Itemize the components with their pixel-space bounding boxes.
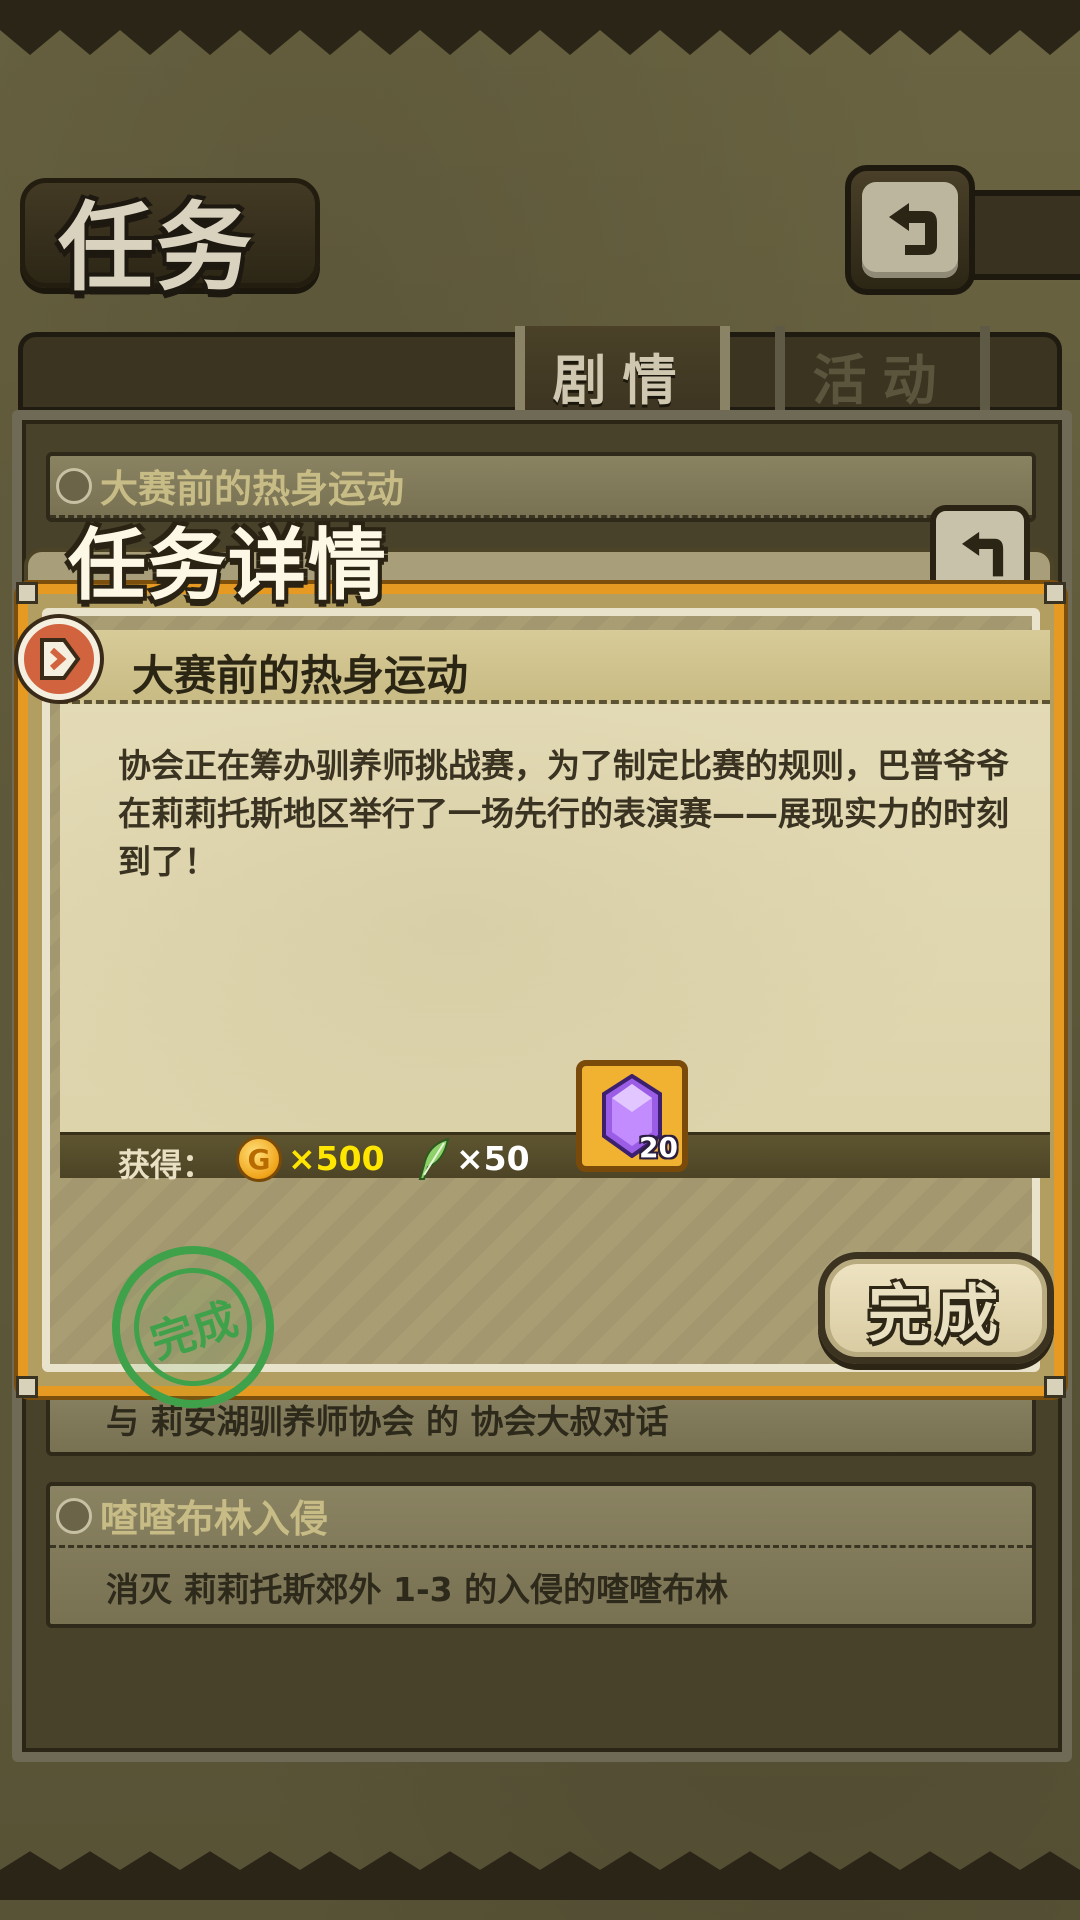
top-jagged-border [0,0,1080,55]
quest-pointer-icon [18,618,100,700]
modal-title: 任务详情 [68,521,389,611]
gold-coin-icon: G [236,1136,282,1182]
return-arrow-icon [962,531,1004,577]
frame-corner [1044,582,1066,604]
back-button[interactable] [845,165,975,295]
modal-inner-panel: 大赛前的热身运动 协会正在筹办驯养师挑战赛，为了制定比赛的规则，巴普爷爷在莉莉托… [42,608,1054,1430]
quest-detail-modal: 大赛前的热身运动 协会正在筹办驯养师挑战赛，为了制定比赛的规则，巴普爷爷在莉莉托… [16,582,1066,1430]
detail-quest-title: 大赛前的热身运动 [132,651,469,700]
frame-corner [16,1376,38,1398]
gem-amount: 20 [639,1131,678,1164]
quest-objective: 消灭 莉莉托斯郊外 1-3 的入侵的喳喳布林 [106,1570,729,1609]
feather-icon [418,1137,450,1180]
gem-reward-slot[interactable]: 20 [576,1060,688,1172]
coin-amount: ×500 [288,1139,385,1178]
bottom-jagged-border [0,1851,1080,1900]
quest-type-icon [56,468,92,504]
reward-bar: 获得： G ×500 ×50 [60,1132,1050,1184]
frame-corner [16,582,38,604]
quest-card[interactable]: 喳喳布林入侵 消灭 莉莉托斯郊外 1-3 的入侵的喳喳布林 [46,1482,1036,1628]
back-button-tail [970,190,1080,280]
return-arrow-icon [889,203,937,255]
reward-label: 获得： [118,1146,215,1184]
quest-title: 喳喳布林入侵 [100,1497,329,1541]
feather-amount: ×50 [456,1139,530,1178]
detail-paper: 大赛前的热身运动 协会正在筹办驯养师挑战赛，为了制定比赛的规则，巴普爷爷在莉莉托… [60,630,1050,1184]
detail-header: 大赛前的热身运动 [60,630,1050,704]
complete-button[interactable]: 完成 [818,1252,1054,1364]
page-title: 任务 [58,192,254,304]
frame-corner [1044,1376,1066,1398]
quest-type-icon [56,1498,92,1534]
quest-description: 协会正在筹办驯养师挑战赛，为了制定比赛的规则，巴普爷爷在莉莉托斯地区举行了一场先… [118,746,1009,881]
